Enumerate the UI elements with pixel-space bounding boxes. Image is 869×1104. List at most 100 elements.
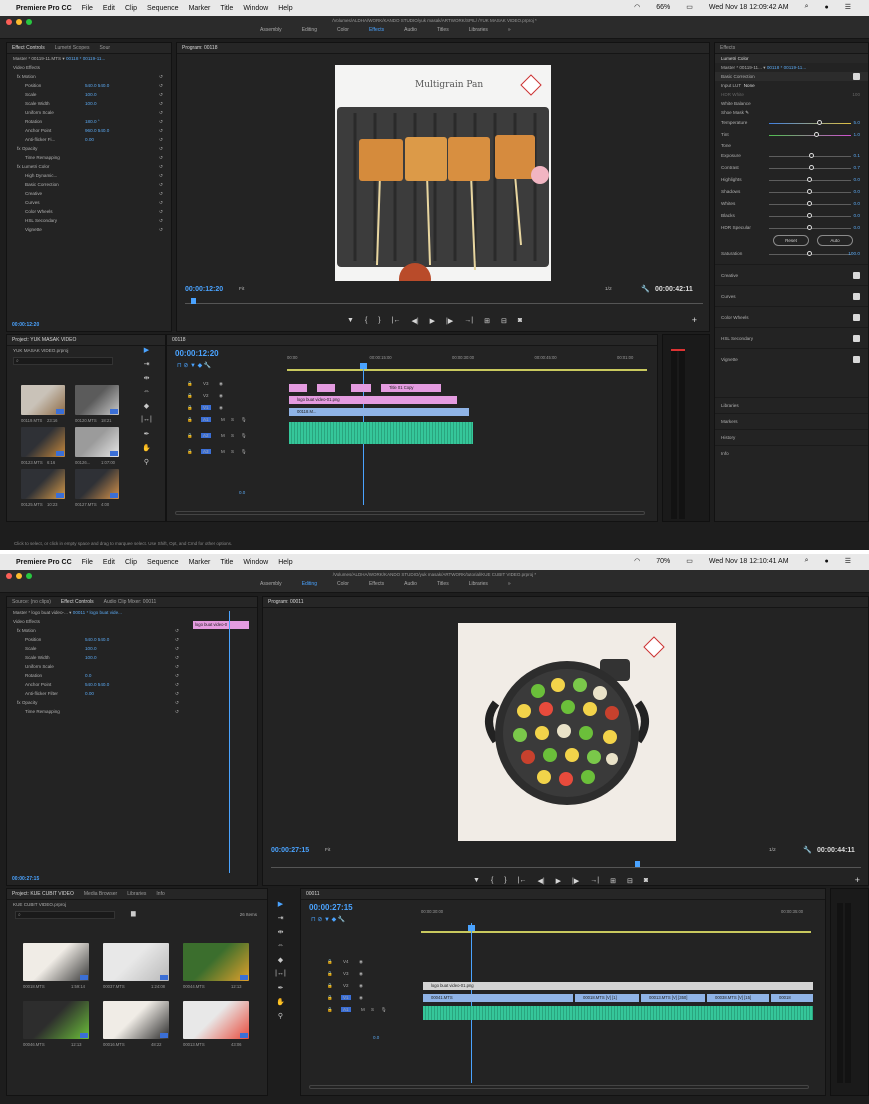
- bin-icon[interactable]: ▆: [131, 910, 136, 917]
- effect-row-value[interactable]: 100.0: [85, 655, 97, 660]
- effect-row[interactable]: fx Opacity ↺: [7, 144, 171, 153]
- track-label[interactable]: V3: [341, 971, 351, 976]
- menu-window[interactable]: Window: [243, 5, 268, 12]
- reset-icon[interactable]: ↺: [175, 644, 179, 653]
- lock-icon[interactable]: 🔒: [327, 983, 333, 989]
- resolution-dropdown[interactable]: 1/2: [605, 287, 612, 292]
- fit-dropdown[interactable]: Fit: [325, 848, 330, 853]
- lumetri-slider-row[interactable]: Temperature 5.0: [715, 117, 868, 129]
- menu-window[interactable]: Window: [243, 559, 268, 566]
- video-track-header[interactable]: 🔒 V2 ◉: [327, 983, 407, 993]
- out-point-icon[interactable]: }: [504, 877, 506, 885]
- track-label[interactable]: V1: [341, 995, 351, 1000]
- effect-row[interactable]: Curves ↺: [7, 198, 171, 207]
- clip-00038[interactable]: 00038.MTS [V] [15]: [707, 994, 769, 1002]
- reset-icon[interactable]: ↺: [159, 81, 163, 90]
- lumetri-slider-row[interactable]: Blacks 0.0: [715, 210, 868, 222]
- mic-icon[interactable]: 🎙: [241, 449, 247, 455]
- effect-row-value[interactable]: 100.0: [85, 646, 97, 651]
- slider-knob[interactable]: [807, 177, 812, 182]
- wb-selector-row[interactable]: Shoe Mask ✎: [715, 108, 868, 117]
- marker-icon[interactable]: ▼: [473, 877, 480, 885]
- project-item-thumbnail[interactable]: [103, 943, 169, 981]
- tone-header[interactable]: Tone: [715, 141, 868, 150]
- slider-knob[interactable]: [808, 165, 814, 170]
- menu-clip[interactable]: Clip: [125, 5, 137, 12]
- razor-tool-icon[interactable]: ◆: [140, 402, 153, 410]
- effect-row[interactable]: Rotation 0.0 ↺: [7, 671, 187, 680]
- program-scrubber[interactable]: [185, 303, 703, 307]
- reset-icon[interactable]: ↺: [159, 72, 163, 81]
- reset-icon[interactable]: ↺: [159, 225, 163, 234]
- menu-help[interactable]: Help: [278, 5, 292, 12]
- effect-row[interactable]: Anti-flicker Filter 0.00 ↺: [7, 689, 187, 698]
- master-clip-row[interactable]: Master * logo buat video-... ▾ 00011 * l…: [7, 608, 257, 617]
- eye-icon[interactable]: ◉: [359, 959, 363, 965]
- slider-knob[interactable]: [807, 213, 812, 218]
- clip-00018[interactable]: 00018.MTS [V] [1]: [575, 994, 639, 1002]
- effect-row[interactable]: Uniform Scale ↺: [7, 108, 171, 117]
- effect-row[interactable]: Color Wheels ↺: [7, 207, 171, 216]
- search-icon[interactable]: ⌕: [805, 557, 809, 565]
- clip-logo[interactable]: logo buat video-01.png: [289, 396, 457, 404]
- effect-row[interactable]: Anchor Point 540.0 540.0 ↺: [7, 680, 187, 689]
- hand-tool-icon[interactable]: ✋: [274, 998, 287, 1006]
- step-back-icon[interactable]: ◀|: [537, 877, 544, 885]
- project-item-thumbnail[interactable]: [21, 385, 65, 415]
- more-icon[interactable]: »: [508, 27, 511, 33]
- razor-tool-icon[interactable]: ◆: [274, 956, 287, 964]
- program-video-frame[interactable]: Multigrain Pan: [335, 65, 551, 281]
- track-label[interactable]: V1: [201, 405, 211, 410]
- effect-row[interactable]: High Dynamic... ↺: [7, 171, 171, 180]
- tab-effect-controls[interactable]: Effect Controls: [12, 45, 45, 51]
- reset-icon[interactable]: ↺: [175, 689, 179, 698]
- battery-label[interactable]: 70%: [656, 558, 670, 565]
- reset-icon[interactable]: ↺: [159, 99, 163, 108]
- clip-logo[interactable]: logo buat video-01.png: [423, 982, 813, 990]
- reset-icon[interactable]: ↺: [175, 653, 179, 662]
- reset-icon[interactable]: ↺: [159, 189, 163, 198]
- fit-dropdown[interactable]: Fit: [239, 287, 244, 292]
- overwrite-icon[interactable]: ⊟: [627, 877, 633, 885]
- menu-edit[interactable]: Edit: [103, 559, 115, 566]
- ws-tab-titles[interactable]: Titles: [437, 27, 449, 33]
- project-item-thumbnail[interactable]: [23, 1001, 89, 1039]
- snap-icon[interactable]: ⊓ ⊘ ▼ ◆ 🔧: [311, 916, 345, 923]
- audio-track-header[interactable]: 🔒 A2 M S 🎙: [187, 433, 267, 447]
- search-icon[interactable]: ⌕: [805, 3, 809, 11]
- lock-icon[interactable]: 🔒: [187, 417, 193, 423]
- program-timecode[interactable]: 00:00:12:20: [185, 286, 223, 293]
- pen-tool-icon[interactable]: ✒: [274, 984, 287, 992]
- effect-row[interactable]: Anti-flicker Fi... 0.00 ↺: [7, 135, 171, 144]
- ws-tab-color[interactable]: Color: [337, 27, 349, 33]
- mute-icon[interactable]: M: [221, 417, 225, 422]
- lumetri-slider-row[interactable]: HDR Specular 0.0: [715, 222, 868, 234]
- ws-tab-effects[interactable]: Effects: [369, 581, 384, 587]
- reset-icon[interactable]: ↺: [175, 680, 179, 689]
- project-item-thumbnail[interactable]: [75, 385, 119, 415]
- go-to-in-icon[interactable]: |←: [518, 877, 527, 885]
- list-icon[interactable]: ☰: [845, 3, 851, 11]
- track-label[interactable]: A1: [341, 1007, 351, 1012]
- effect-row-value[interactable]: 0.0: [85, 673, 91, 678]
- reset-icon[interactable]: ↺: [159, 162, 163, 171]
- overwrite-icon[interactable]: ⊟: [501, 317, 507, 325]
- ws-tab-audio[interactable]: Audio: [404, 581, 417, 587]
- battery-label[interactable]: 66%: [656, 4, 670, 11]
- project-item-thumbnail[interactable]: [183, 1001, 249, 1039]
- lumetri-slider-row[interactable]: Shadows 0.0: [715, 186, 868, 198]
- wifi-icon[interactable]: ◠: [634, 557, 640, 565]
- section-checkbox[interactable]: [853, 314, 860, 321]
- reset-button[interactable]: Reset: [773, 235, 809, 246]
- effect-row[interactable]: Scale 100.0 ↺: [7, 90, 171, 99]
- reset-icon[interactable]: ↺: [159, 90, 163, 99]
- input-lut-row[interactable]: Input LUT None: [715, 81, 868, 90]
- add-button-icon[interactable]: +: [692, 315, 697, 325]
- wrench-icon[interactable]: 🔧: [803, 846, 812, 854]
- video-track-header[interactable]: 🔒 V3 ◉: [187, 381, 267, 391]
- lumetri-section-header[interactable]: HSL Secondary: [715, 327, 868, 348]
- timeline-tab[interactable]: 00118: [172, 337, 186, 343]
- effect-row-value[interactable]: 0.00: [85, 137, 94, 142]
- tab-effect-controls[interactable]: Effect Controls: [61, 599, 94, 605]
- slider-value[interactable]: 0.0: [853, 222, 860, 234]
